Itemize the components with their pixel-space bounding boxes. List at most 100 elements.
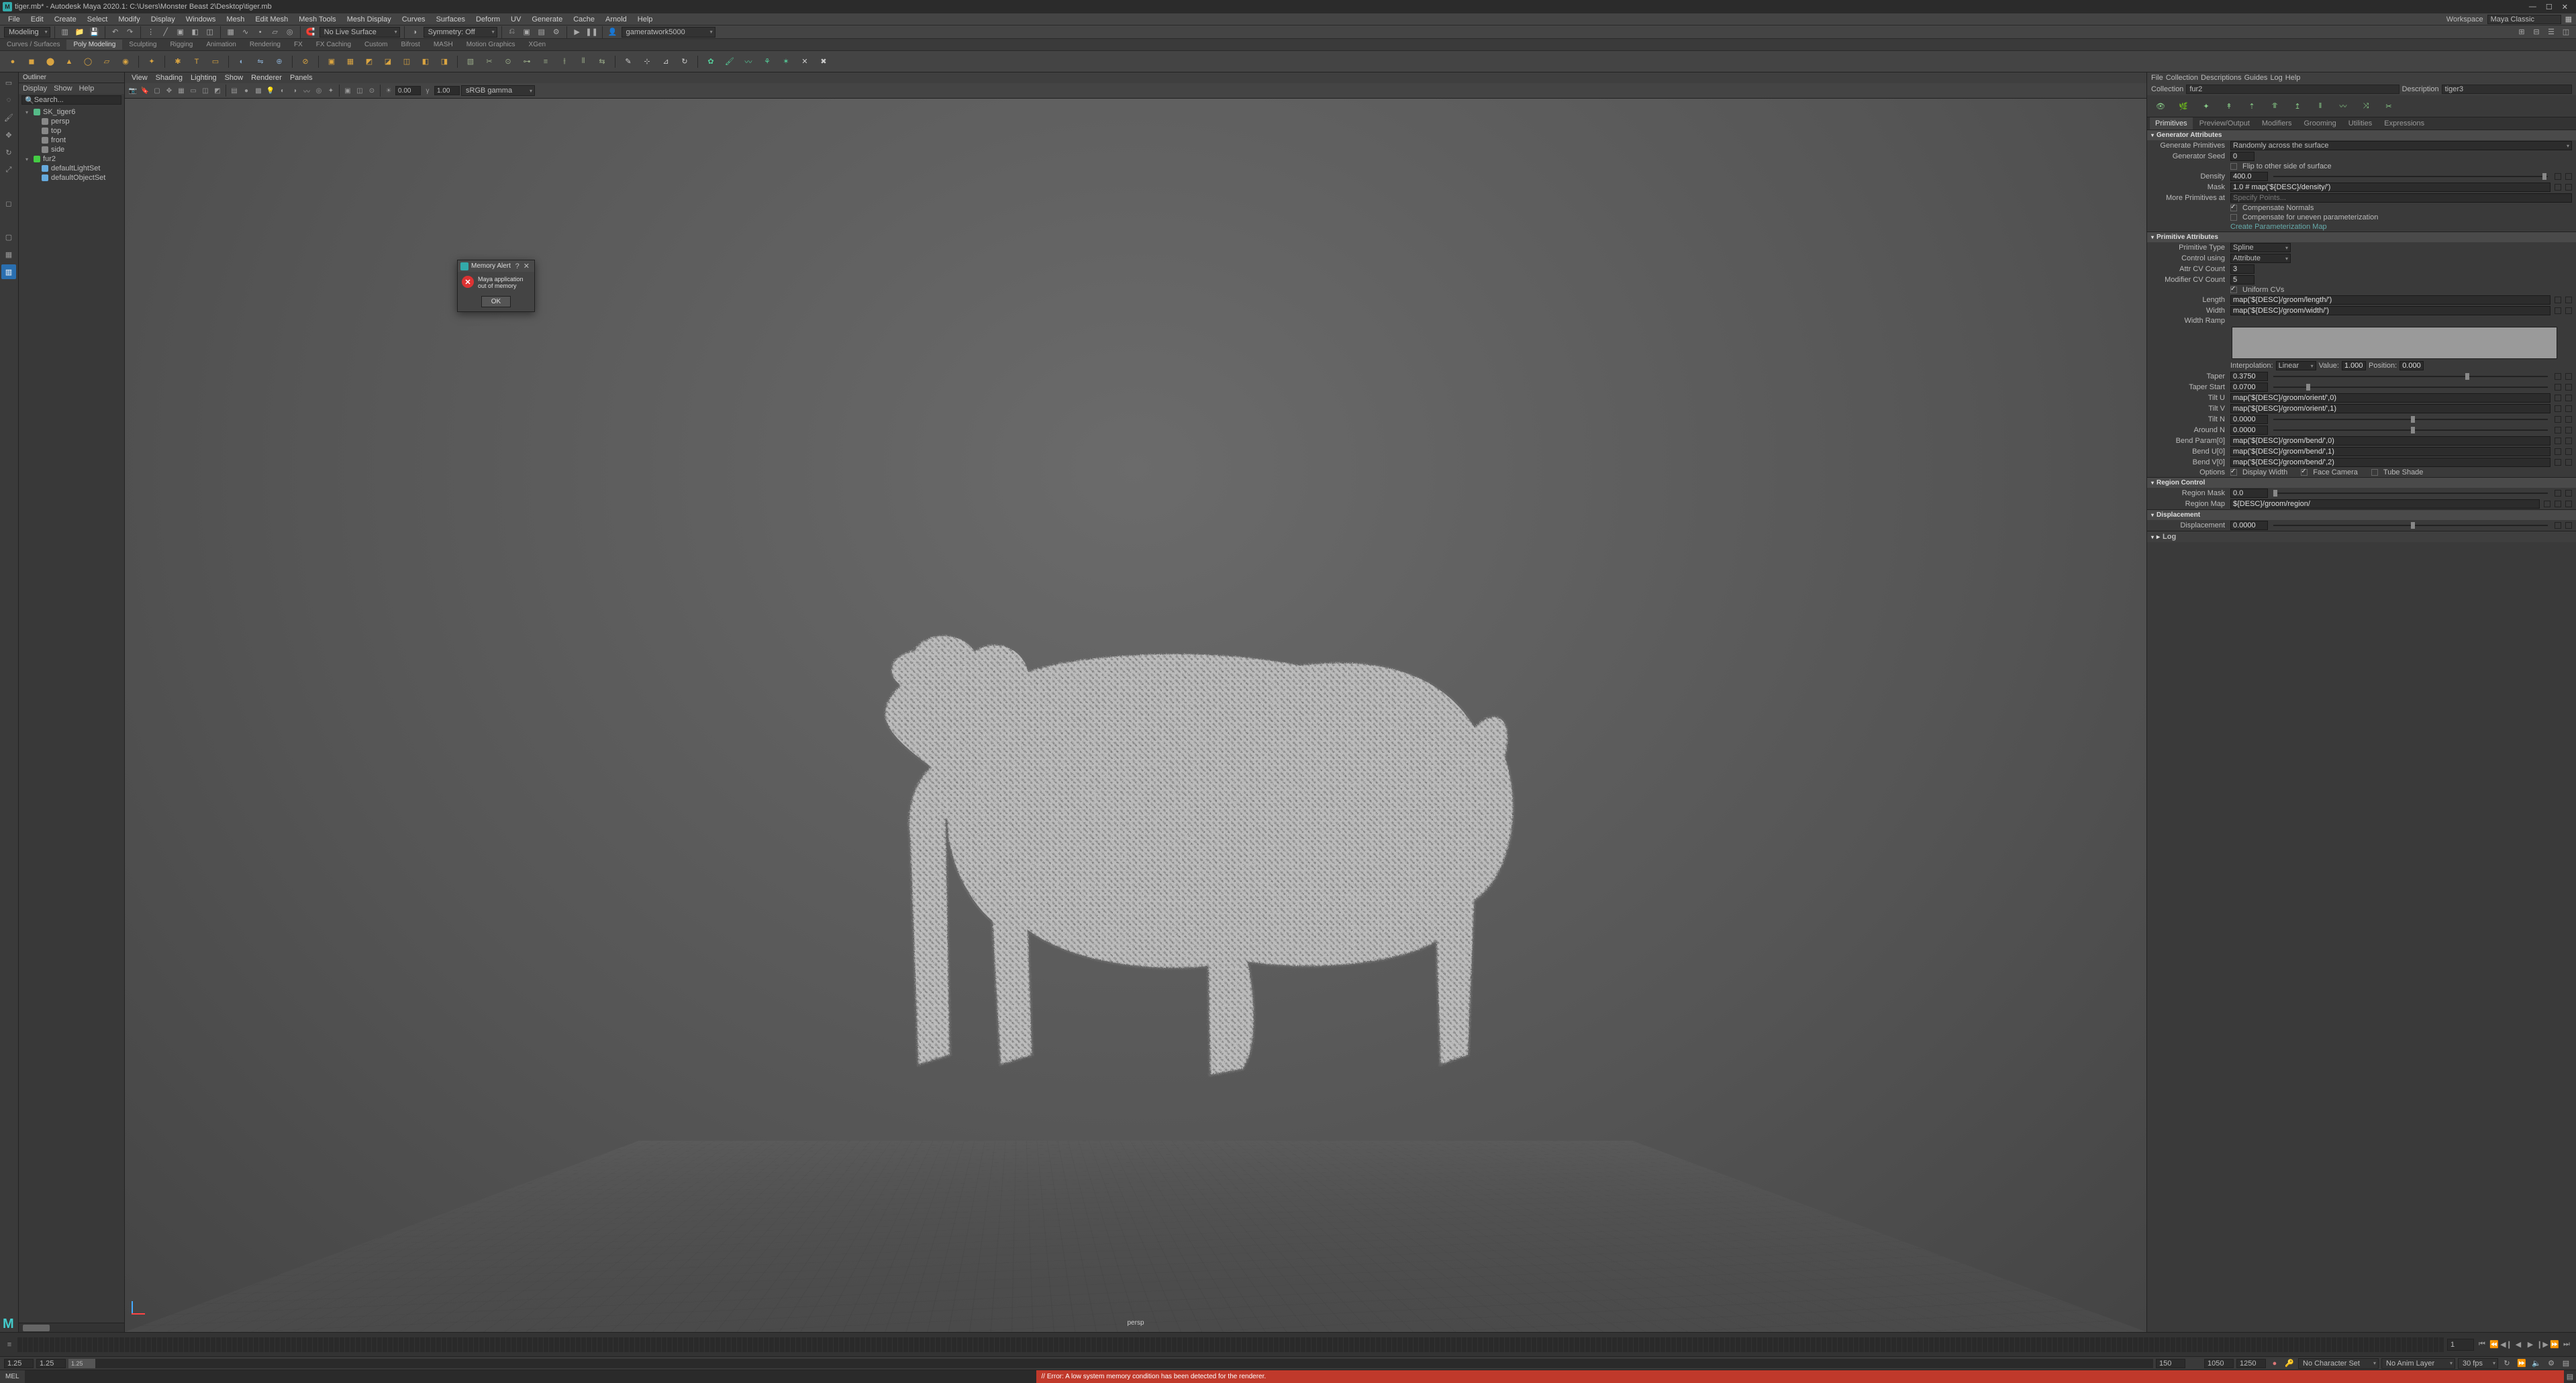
vp-menu-panels[interactable]: Panels — [287, 74, 315, 82]
outliner-item[interactable]: persp — [19, 117, 124, 126]
animlayer-dropdown[interactable]: No Anim Layer — [2381, 1358, 2455, 1369]
disp-field[interactable]: 0.0000 — [2230, 521, 2268, 530]
sel-obj-icon[interactable]: ◧ — [189, 26, 201, 38]
menu-uv[interactable]: UV — [507, 15, 525, 23]
bendv-chip[interactable] — [2555, 459, 2561, 466]
density-field[interactable]: 400.0 — [2230, 172, 2268, 181]
insert-loop-icon[interactable]: ≡ — [538, 54, 553, 69]
xgen-addguide-icon[interactable]: ↟ — [2221, 98, 2237, 114]
shelf-tab-polymodeling[interactable]: Poly Modeling — [66, 40, 122, 50]
outliner-item[interactable]: defaultLightSet — [19, 164, 124, 173]
step-fwd-button[interactable]: ❙▶ — [2537, 1339, 2548, 1350]
soft-select-icon[interactable]: ◐ — [234, 54, 249, 69]
poly-cube-icon[interactable]: ◼ — [24, 54, 39, 69]
smooth-icon[interactable]: ◫ — [399, 54, 414, 69]
menu-windows[interactable]: Windows — [182, 15, 220, 23]
vp-2d-pan-icon[interactable]: ✥ — [164, 85, 175, 96]
new-scene-icon[interactable]: ▥ — [59, 26, 71, 38]
poly-platonic-icon[interactable]: ✦ — [144, 54, 159, 69]
play-fwd-button[interactable]: ▶ — [2525, 1339, 2536, 1350]
vp-aa-icon[interactable]: ✦ — [326, 85, 336, 96]
vp-select-camera-icon[interactable]: 📷 — [128, 85, 138, 96]
select-tool-icon[interactable]: ▭ — [1, 75, 16, 90]
close-button[interactable]: ✕ — [2562, 3, 2568, 11]
time-menu-icon[interactable]: ≡ — [4, 1339, 15, 1350]
poly-cone-icon[interactable]: ▲ — [62, 54, 77, 69]
sel-uv-icon[interactable]: ◫ — [204, 26, 216, 38]
construction-history-icon[interactable]: ⎌ — [506, 26, 518, 38]
shelf-tab-rigging[interactable]: Rigging — [163, 40, 199, 50]
modcv-field[interactable]: 5 — [2230, 275, 2255, 285]
regionmask-slider[interactable] — [2273, 493, 2548, 494]
triangulate-icon[interactable]: ◨ — [437, 54, 452, 69]
vp-bookmark-icon[interactable]: 🔖 — [140, 85, 150, 96]
tiltu-expr-icon[interactable] — [2565, 395, 2572, 401]
xgen-groom-icon[interactable]: 〰 — [741, 54, 756, 69]
extrude-icon[interactable]: ▣ — [324, 54, 339, 69]
mask-field[interactable]: 1.0 # map('${DESC}/density/') — [2230, 183, 2550, 192]
script-editor-icon[interactable]: ▤ — [2560, 1358, 2572, 1370]
vp-exposure-value[interactable]: 0.00 — [395, 86, 421, 95]
menu-surfaces[interactable]: Surfaces — [432, 15, 469, 23]
menu-arnold[interactable]: Arnold — [601, 15, 631, 23]
regionmask-chip[interactable] — [2555, 490, 2561, 497]
comp-uneven-checkbox[interactable] — [2230, 214, 2237, 221]
poly-plane-icon[interactable]: ▱ — [99, 54, 114, 69]
snap-curve-icon[interactable]: ∿ — [240, 26, 252, 38]
vp-menu-renderer[interactable]: Renderer — [248, 74, 285, 82]
xgen-length-icon[interactable]: ↥ — [2289, 98, 2306, 114]
mask-chip[interactable] — [2555, 184, 2561, 191]
menu-meshdisplay[interactable]: Mesh Display — [343, 15, 395, 23]
script-lang-toggle[interactable]: MEL — [0, 1370, 25, 1383]
layout-single-icon[interactable]: ▢ — [1, 229, 16, 244]
vp-xray-icon[interactable]: ◫ — [354, 85, 365, 96]
vp-gamma-value[interactable]: 1.00 — [434, 86, 460, 95]
poly-torus-icon[interactable]: ◯ — [81, 54, 95, 69]
disp-expr-icon[interactable] — [2565, 522, 2572, 529]
vp-wireframe-icon[interactable]: ▤ — [229, 85, 240, 96]
range-end3-field[interactable]: 1250 — [2236, 1359, 2266, 1368]
bendu-expr-icon[interactable] — [2565, 448, 2572, 455]
vp-textured-icon[interactable]: ▩ — [253, 85, 264, 96]
menu-mesh[interactable]: Mesh — [222, 15, 248, 23]
ae-menu-log[interactable]: Log — [2270, 74, 2282, 82]
command-input[interactable] — [25, 1370, 1036, 1383]
quad-draw-icon[interactable]: ▧ — [463, 54, 478, 69]
menu-editmesh[interactable]: Edit Mesh — [251, 15, 292, 23]
xgen-bend-icon[interactable]: 〰 — [2335, 98, 2351, 114]
disp-chip[interactable] — [2555, 522, 2561, 529]
bridge-icon[interactable]: ▦ — [343, 54, 358, 69]
tiltn-slider[interactable] — [2273, 419, 2548, 420]
rotate-tool-icon[interactable]: ↻ — [1, 145, 16, 160]
bendp-expr-icon[interactable] — [2565, 438, 2572, 444]
section-primitive[interactable]: Primitive Attributes — [2147, 232, 2576, 242]
opt-displaywidth-checkbox[interactable] — [2230, 469, 2237, 476]
outliner-menu-show[interactable]: Show — [54, 85, 72, 93]
aroundn-field[interactable]: 0.0000 — [2230, 425, 2268, 435]
shelf-tab-custom[interactable]: Custom — [358, 40, 394, 50]
regionmap-expr-icon[interactable] — [2565, 501, 2572, 507]
wedge-icon[interactable]: ⊿ — [658, 54, 673, 69]
poly-sphere-icon[interactable]: ● — [5, 54, 20, 69]
ae-menu-collection[interactable]: Collection — [2166, 74, 2198, 82]
tiltv-field[interactable]: map('${DESC}/groom/orient/',1) — [2230, 404, 2550, 413]
outliner-menu-help[interactable]: Help — [79, 85, 95, 93]
moduleset-dropdown[interactable]: Modeling — [4, 27, 50, 38]
live-surface-dropdown[interactable]: No Live Surface — [319, 27, 400, 38]
snap-grid-icon[interactable]: ▦ — [225, 26, 237, 38]
ae-menu-file[interactable]: File — [2151, 74, 2163, 82]
toggle-modeling-icon[interactable]: ◫ — [2560, 26, 2572, 38]
length-expr-icon[interactable] — [2565, 297, 2572, 303]
more-prim-field[interactable]: Specify Points... — [2230, 193, 2572, 203]
outliner-item[interactable]: defaultObjectSet — [19, 173, 124, 183]
menu-curves[interactable]: Curves — [398, 15, 430, 23]
workspace-dropdown[interactable]: Maya Classic — [2487, 15, 2561, 24]
outliner-item[interactable]: side — [19, 145, 124, 154]
poly-cylinder-icon[interactable]: ⬤ — [43, 54, 58, 69]
save-scene-icon[interactable]: 💾 — [89, 26, 101, 38]
ae-tab-primitives[interactable]: Primitives — [2150, 117, 2193, 130]
taper-slider[interactable] — [2273, 376, 2548, 377]
step-back-button[interactable]: ◀❙ — [2501, 1339, 2512, 1350]
separate-icon[interactable]: ⊘ — [298, 54, 313, 69]
vp-menu-view[interactable]: View — [129, 74, 150, 82]
